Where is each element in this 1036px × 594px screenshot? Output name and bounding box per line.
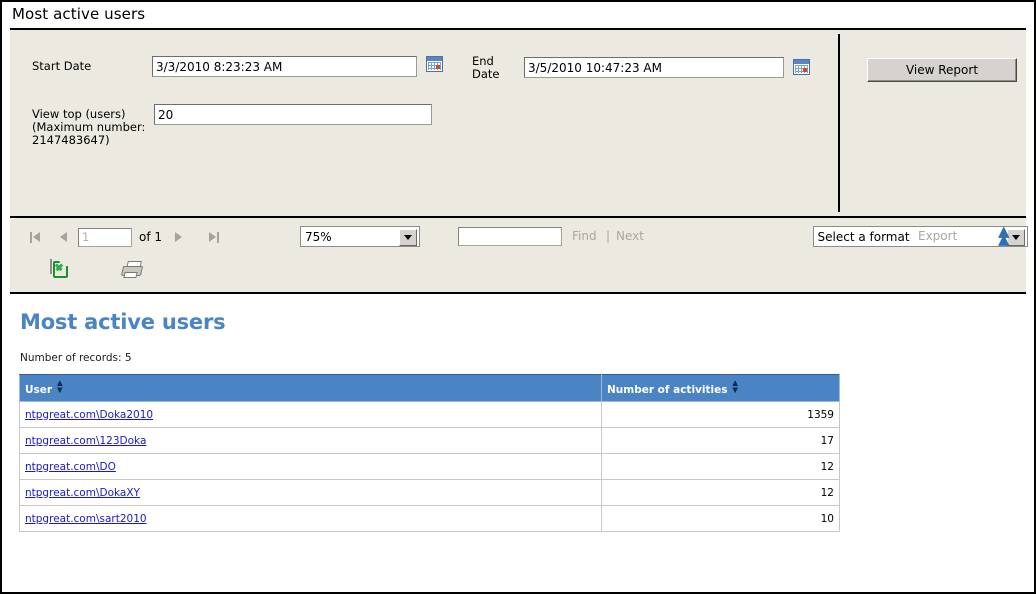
activities-cell: 12 — [601, 479, 840, 506]
last-page-icon[interactable] — [205, 228, 223, 246]
activities-cell: 10 — [601, 505, 840, 532]
next-page-icon[interactable] — [169, 228, 187, 246]
activities-cell: 17 — [601, 427, 840, 454]
find-next-separator: | — [606, 229, 611, 243]
report-viewer-window: Most active users Start Date EndDate Vie… — [0, 0, 1036, 594]
view-top-input[interactable] — [154, 104, 432, 125]
user-link[interactable]: ntpgreat.com\DokaXY — [25, 487, 140, 499]
report-toolbar: of 1 75% Find | Next Select a format — [10, 218, 1028, 294]
column-header-activities-label: Number of activities — [607, 383, 728, 396]
end-date-input[interactable] — [524, 57, 784, 78]
sort-toggle-icon-activities[interactable]: ▲ ▼ — [732, 379, 737, 394]
column-header-user-label: User — [25, 383, 53, 396]
user-link[interactable]: ntpgreat.com\DO — [25, 461, 116, 473]
find-input[interactable] — [458, 227, 562, 246]
user-cell: ntpgreat.com\DokaXY — [19, 479, 602, 506]
previous-page-icon[interactable] — [54, 228, 72, 246]
view-top-label: View top (users) (Maximum number: 214748… — [32, 107, 146, 147]
table-row: ntpgreat.com\Doka2010 1359 — [19, 401, 840, 428]
end-date-label: End Date — [472, 54, 500, 81]
calendar-icon-start-date[interactable] — [426, 56, 443, 72]
table-row: ntpgreat.com\DO 12 — [19, 453, 840, 480]
activities-cell: 1359 — [601, 401, 840, 428]
view-report-button[interactable]: View Report — [867, 58, 1017, 82]
double-chevron-up-icon[interactable]: ▲ ▲ — [998, 224, 1010, 247]
export-link[interactable]: Export — [918, 229, 957, 243]
user-cell: ntpgreat.com\DO — [19, 453, 602, 480]
user-cell: ntpgreat.com\sart2010 — [19, 505, 602, 532]
calendar-icon-end-date[interactable] — [793, 59, 810, 75]
report-heading: Most active users — [20, 310, 226, 334]
sort-toggle-icon-user[interactable]: ▲ ▼ — [57, 379, 62, 394]
column-header-user[interactable]: User ▲ ▼ — [19, 374, 602, 402]
export-format-value: Select a format — [817, 229, 910, 244]
start-date-field-group: Start Date — [32, 56, 443, 77]
start-date-input[interactable] — [152, 56, 417, 77]
start-date-label: Start Date — [32, 59, 92, 73]
user-link[interactable]: ntpgreat.com\123Doka — [25, 435, 146, 447]
table-row: ntpgreat.com\DokaXY 12 — [19, 479, 840, 506]
view-top-field-group: View top (users) (Maximum number: 214748… — [32, 104, 432, 147]
report-content: Most active users Number of records: 5 U… — [10, 294, 1026, 532]
table-header-row: User ▲ ▼ Number of activities ▲ ▼ — [19, 374, 840, 402]
record-count: Number of records: 5 — [20, 352, 132, 364]
column-header-activities[interactable]: Number of activities ▲ ▼ — [601, 374, 840, 402]
end-date-field-group: End Date — [472, 52, 810, 81]
user-cell: ntpgreat.com\Doka2010 — [19, 401, 602, 428]
activities-cell: 12 — [601, 453, 840, 480]
parameters-panel: Start Date EndDate View top (users) (Max… — [10, 28, 1026, 218]
table-row: ntpgreat.com\sart2010 10 — [19, 505, 840, 532]
page-number-input[interactable] — [78, 227, 132, 247]
next-link[interactable]: Next — [616, 229, 644, 243]
panel-divider — [838, 34, 840, 212]
user-link[interactable]: ntpgreat.com\sart2010 — [25, 513, 147, 525]
refresh-icon[interactable] — [50, 259, 52, 274]
chevron-down-icon-export[interactable] — [1006, 229, 1025, 246]
pagination-controls: of 1 — [26, 226, 223, 248]
table-row: ntpgreat.com\123Doka 17 — [19, 427, 840, 454]
chevron-down-icon-zoom[interactable] — [399, 229, 417, 246]
window-title: Most active users — [2, 2, 1034, 28]
find-link[interactable]: Find — [572, 229, 597, 243]
user-link[interactable]: ntpgreat.com\Doka2010 — [25, 409, 153, 421]
page-of-label: of 1 — [139, 230, 163, 244]
report-table: User ▲ ▼ Number of activities ▲ ▼ ntpgreat.c… — [19, 374, 840, 532]
user-cell: ntpgreat.com\123Doka — [19, 427, 602, 454]
first-page-icon[interactable] — [26, 228, 44, 246]
zoom-select-value: 75% — [305, 229, 332, 244]
zoom-select[interactable]: 75% — [300, 226, 420, 247]
